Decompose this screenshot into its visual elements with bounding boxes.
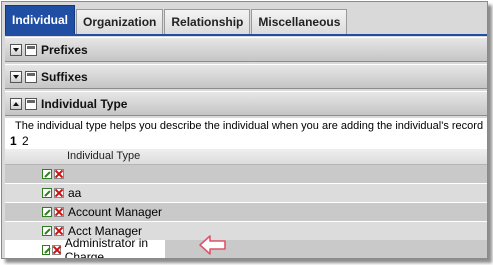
tab-individual[interactable]: Individual [5,5,76,34]
row-label: Administrator in Charge [64,236,149,259]
tab-underline [5,34,487,36]
edit-icon[interactable] [42,245,51,255]
edit-icon[interactable] [42,169,52,179]
delete-icon[interactable] [54,169,64,179]
page-link-current[interactable]: 1 [10,134,17,148]
delete-icon[interactable] [52,245,61,255]
page-link-2[interactable]: 2 [22,134,29,148]
section-title: Individual Type [41,96,128,111]
arrow-left-icon [199,235,226,255]
section-title: Suffixes [41,69,88,84]
column-header: Individual Type [5,149,487,165]
chevron-down-icon[interactable] [10,70,22,83]
delete-icon[interactable] [54,188,64,198]
section-suffixes[interactable]: Suffixes [5,64,487,89]
window-icon [25,43,37,56]
pagination: 1 2 [5,134,487,149]
tab-organization[interactable]: Organization [76,9,164,34]
admin-panel: Individual Organization Relationship Mis… [1,1,488,259]
section-description: The individual type helps you describe t… [5,118,487,134]
individual-type-table: Individual Type aa Account Manager Acct … [5,149,487,258]
table-row-highlighted: Administrator in Charge [5,236,165,258]
window-icon [25,97,37,110]
tab-bar: Individual Organization Relationship Mis… [5,5,348,34]
row-label: aa [68,186,82,200]
chevron-down-icon[interactable] [10,43,22,56]
window-icon [25,70,37,83]
section-individual-type[interactable]: Individual Type [5,91,487,116]
edit-icon[interactable] [42,226,52,236]
table-row: aa [5,184,487,203]
tab-relationship[interactable]: Relationship [164,9,251,34]
row-label: Account Manager [68,205,163,219]
delete-icon[interactable] [54,207,64,217]
section-prefixes[interactable]: Prefixes [5,37,487,62]
edit-icon[interactable] [42,188,52,198]
table-row [5,165,487,184]
tab-miscellaneous[interactable]: Miscellaneous [251,9,348,34]
chevron-up-icon[interactable] [10,97,22,110]
section-title: Prefixes [41,42,88,57]
table-row: Account Manager [5,203,487,222]
edit-icon[interactable] [42,207,52,217]
delete-icon[interactable] [54,226,64,236]
